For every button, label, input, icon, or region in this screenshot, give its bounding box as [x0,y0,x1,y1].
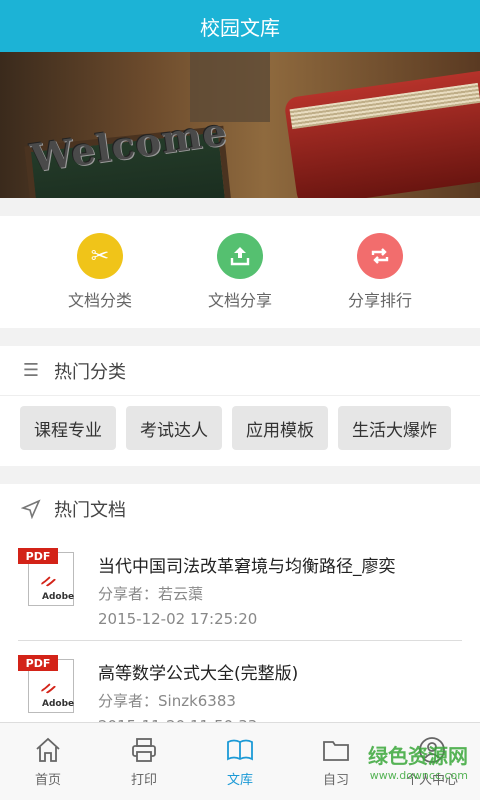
tag-template[interactable]: 应用模板 [232,406,328,450]
tab-home[interactable]: 首页 [0,723,96,800]
upload-icon [217,233,263,279]
page-title: 校园文库 [200,15,280,40]
home-icon [36,737,60,762]
book-icon [227,739,253,761]
quick-actions: ✂ 文档分类 文档分享 分享排行 [0,216,480,328]
tab-library[interactable]: 文库 [192,723,288,800]
scissors-icon: ✂ [77,233,123,279]
top-bar: 校园文库 [0,0,480,52]
doc-sharer: 分享者：Sinzk6383 [98,692,236,710]
tag-life[interactable]: 生活大爆炸 [338,406,451,450]
doc-sharer: 分享者：若云蕖 [98,585,204,603]
send-icon [20,498,42,520]
watermark: 绿色资源网 www.downcc.com [368,744,468,782]
hot-categories-section: ☰ 热门分类 课程专业 考试达人 应用模板 生活大爆炸 [0,346,480,466]
repeat-icon [357,233,403,279]
banner-image[interactable]: Welcome [0,52,480,198]
category-tags: 课程专业 考试达人 应用模板 生活大爆炸 [0,396,480,450]
folder-icon [323,741,349,761]
share-ranking-button[interactable]: 分享排行 [325,233,435,311]
doc-title: 高等数学公式大全(完整版) [98,664,299,684]
doc-category-button[interactable]: ✂ 文档分类 [45,233,155,311]
menu-icon: ☰ [22,360,40,381]
list-item[interactable]: PDF ᨀ Adobe 当代中国司法改革窘境与均衡路径_廖奕 分享者：若云蕖 201… [0,534,480,640]
pdf-icon: PDF ᨀ Adobe [18,548,78,608]
hot-categories-header: ☰ 热门分类 [0,346,480,396]
tag-exam[interactable]: 考试达人 [126,406,222,450]
printer-icon [132,738,156,762]
tab-print[interactable]: 打印 [96,723,192,800]
tag-course[interactable]: 课程专业 [20,406,116,450]
doc-time: 2015-12-02 17:25:20 [98,610,258,628]
doc-share-button[interactable]: 文档分享 [185,233,295,311]
doc-title: 当代中国司法改革窘境与均衡路径_廖奕 [98,557,396,577]
pdf-icon: PDF ᨀ Adobe [18,655,78,715]
hot-documents-header: 热门文档 [0,484,480,534]
